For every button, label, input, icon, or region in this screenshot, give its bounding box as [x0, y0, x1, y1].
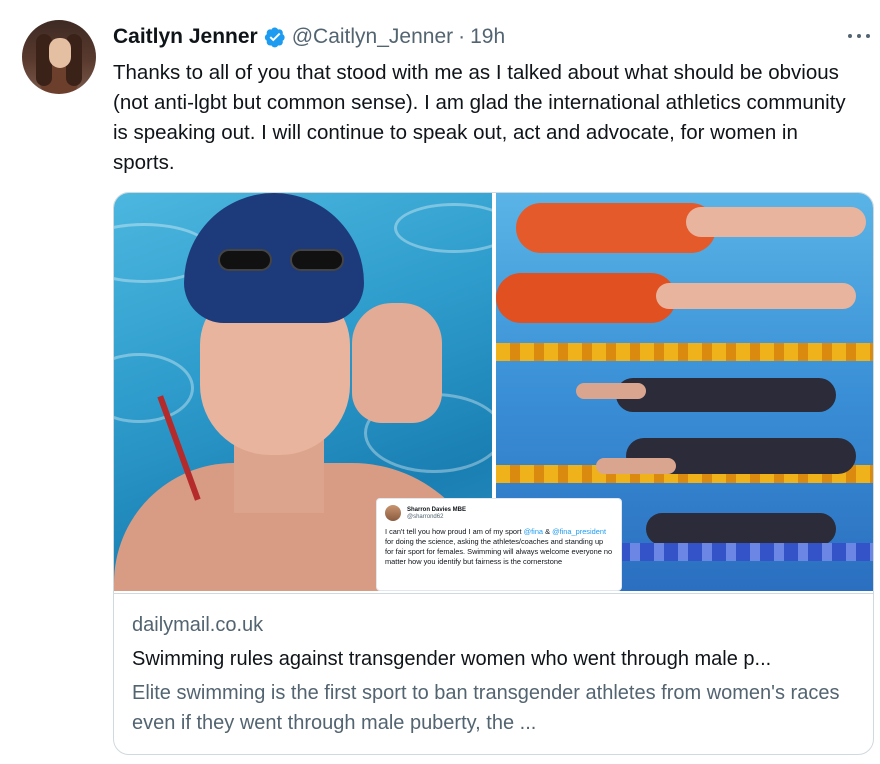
- separator-dot: ·: [458, 25, 466, 48]
- tweet[interactable]: Caitlyn Jenner @Caitlyn_Jenner · 19h Tha…: [0, 0, 880, 764]
- tweet-text: Thanks to all of you that stood with me …: [113, 61, 846, 174]
- more-options-icon[interactable]: [844, 26, 874, 46]
- embedded-avatar: [385, 505, 401, 521]
- embedded-text: I can't tell you how proud I am of my sp…: [385, 527, 613, 566]
- embedded-tweet-screenshot: Sharron Davies MBE @sharrond62 I can't t…: [376, 498, 622, 591]
- card-title: Swimming rules against transgender women…: [132, 648, 772, 670]
- tweet-header: Caitlyn Jenner @Caitlyn_Jenner · 19h: [113, 22, 505, 52]
- embedded-name: Sharron Davies MBE: [407, 506, 467, 513]
- card-domain: dailymail.co.uk: [132, 614, 264, 636]
- card-info[interactable]: dailymail.co.uk Swimming rules against t…: [114, 593, 873, 754]
- card-description: Elite swimming is the first sport to ban…: [132, 682, 840, 734]
- tweet-timestamp[interactable]: 19h: [470, 25, 505, 49]
- author-name[interactable]: Caitlyn Jenner: [113, 25, 258, 49]
- card-image[interactable]: Sharron Davies MBE @sharrond62 I can't t…: [114, 193, 873, 591]
- embedded-handle: @sharrond62: [407, 513, 444, 520]
- link-card[interactable]: Sharron Davies MBE @sharrond62 I can't t…: [113, 192, 874, 755]
- author-handle[interactable]: @Caitlyn_Jenner: [292, 25, 453, 49]
- verified-badge-icon: [264, 27, 285, 48]
- author-avatar[interactable]: [22, 20, 96, 94]
